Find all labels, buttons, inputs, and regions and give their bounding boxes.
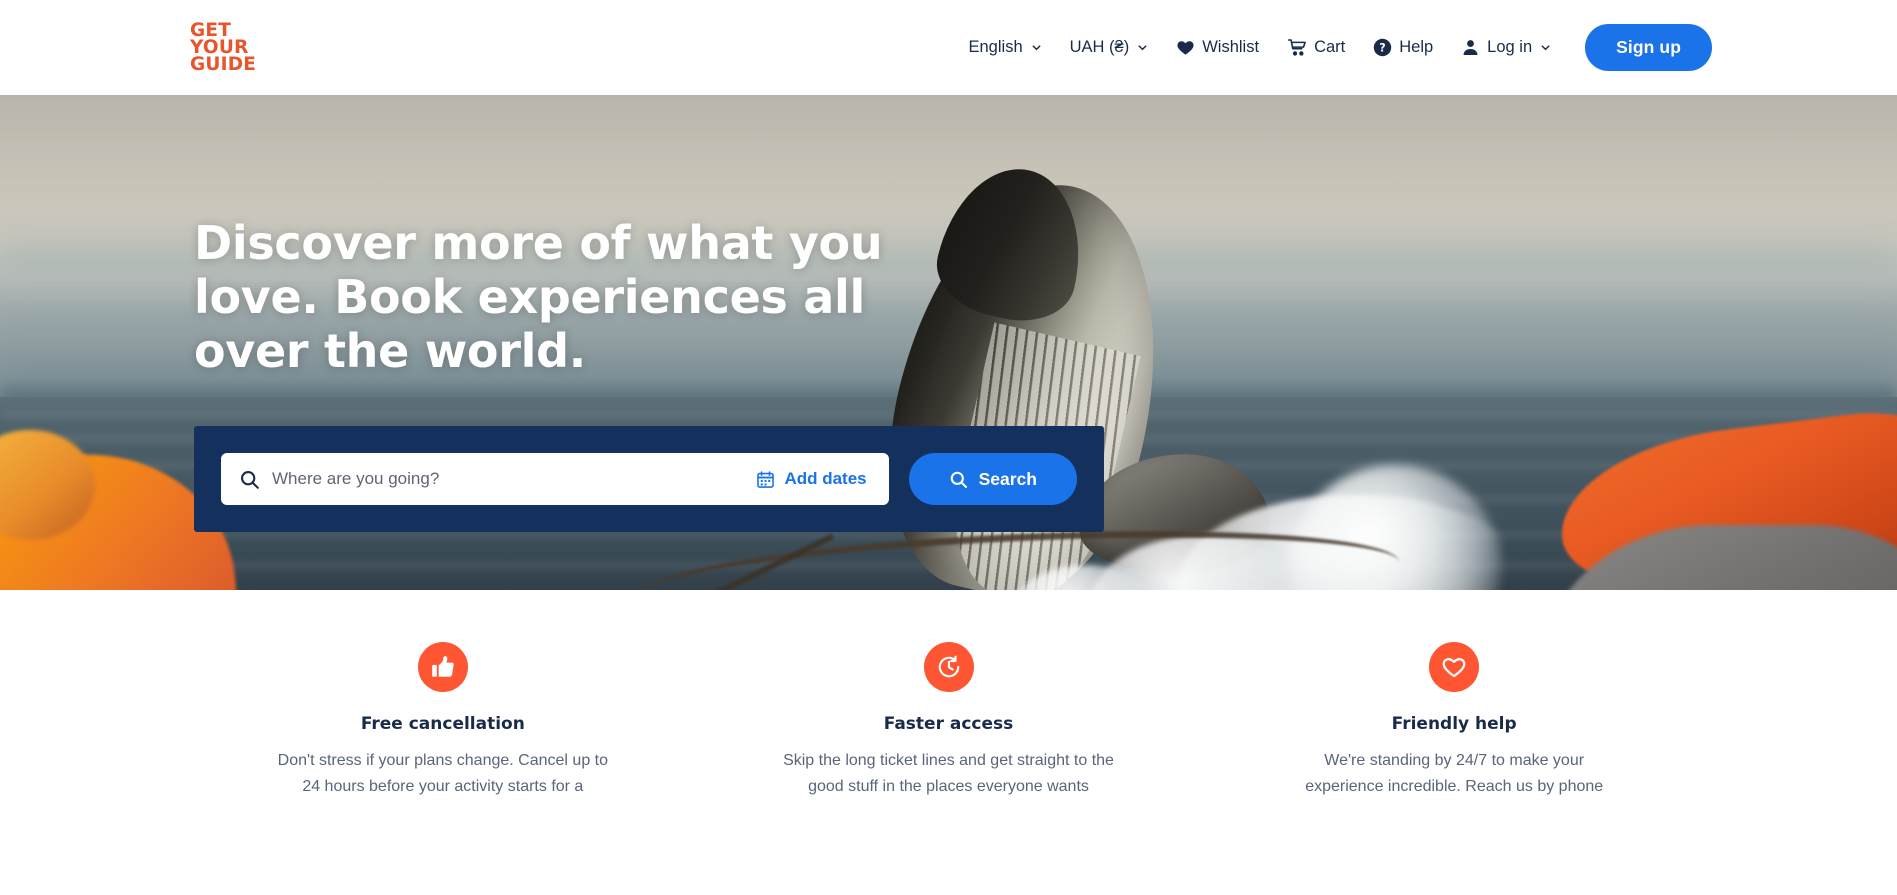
nav-cart[interactable]: Cart: [1273, 28, 1359, 67]
nav-language-selector[interactable]: English: [955, 28, 1056, 67]
feature-free-cancellation: Free cancellation Don't stress if your p…: [190, 642, 696, 800]
svg-text:?: ?: [1380, 42, 1386, 55]
nav-login[interactable]: Log in: [1447, 28, 1565, 67]
user-icon: [1463, 40, 1478, 56]
getyourguide-logo[interactable]: GET YOUR GUIDE: [190, 21, 257, 76]
heart-icon: [1177, 41, 1194, 55]
chevron-down-icon: [1032, 45, 1041, 51]
feature-description: Skip the long ticket lines and get strai…: [783, 752, 1114, 795]
features-section: Free cancellation Don't stress if your p…: [0, 590, 1897, 800]
clock-icon: [938, 655, 959, 678]
feature-faster-access: Faster access Skip the long ticket lines…: [696, 642, 1202, 800]
nav-currency-selector[interactable]: UAH (₴): [1056, 28, 1163, 67]
logo-line-3: GUIDE: [190, 54, 257, 76]
search-input[interactable]: [272, 469, 745, 490]
site-header: GET YOUR GUIDE English UAH (₴) Wishlist …: [0, 0, 1897, 95]
feature-title: Faster access: [883, 714, 1014, 734]
search-button-label: Search: [978, 468, 1037, 489]
feature-description: Don't stress if your plans change. Cance…: [277, 752, 608, 795]
feature-friendly-help: Friendly help We're standing by 24/7 to …: [1201, 642, 1707, 800]
thumbs-up-badge: [417, 642, 468, 692]
nav-wishlist[interactable]: Wishlist: [1162, 28, 1273, 67]
add-dates-button[interactable]: Add dates: [756, 469, 870, 489]
destination-search-field[interactable]: Add dates: [221, 453, 889, 506]
calendar-icon: [757, 471, 775, 488]
header-nav: English UAH (₴) Wishlist Cart ? Help Log…: [955, 24, 1712, 71]
feature-title: Free cancellation: [360, 714, 525, 734]
nav-item-label: English: [968, 38, 1023, 56]
feature-title: Friendly help: [1391, 714, 1517, 734]
clock-badge: [923, 642, 974, 692]
hero-section: Discover more of what you love. Book exp…: [0, 95, 1897, 590]
hero-search-panel: Add dates Search: [194, 426, 1104, 533]
thumbs-up-icon: [431, 656, 454, 677]
hero-content: Discover more of what you love. Book exp…: [0, 95, 1897, 533]
nav-item-label: Wishlist: [1202, 38, 1260, 56]
nav-item-label: Help: [1399, 38, 1434, 56]
question-circle-icon: ?: [1374, 38, 1392, 57]
heart-outline-icon: [1442, 658, 1466, 678]
heart-badge: [1429, 642, 1480, 692]
search-icon: [950, 471, 967, 488]
nav-help[interactable]: ? Help: [1359, 28, 1447, 67]
cart-icon: [1287, 39, 1306, 56]
feature-description: We're standing by 24/7 to make your expe…: [1305, 752, 1604, 795]
search-icon: [241, 470, 259, 489]
nav-item-label: Cart: [1314, 38, 1346, 56]
nav-item-label: UAH (₴): [1069, 38, 1130, 56]
chevron-down-icon: [1541, 45, 1550, 51]
chevron-down-icon: [1138, 45, 1147, 51]
hero-headline: Discover more of what you love. Book exp…: [194, 216, 883, 378]
search-button[interactable]: Search: [908, 453, 1077, 506]
signup-button[interactable]: Sign up: [1585, 24, 1712, 71]
add-dates-label: Add dates: [784, 469, 867, 489]
nav-item-label: Log in: [1487, 38, 1533, 56]
